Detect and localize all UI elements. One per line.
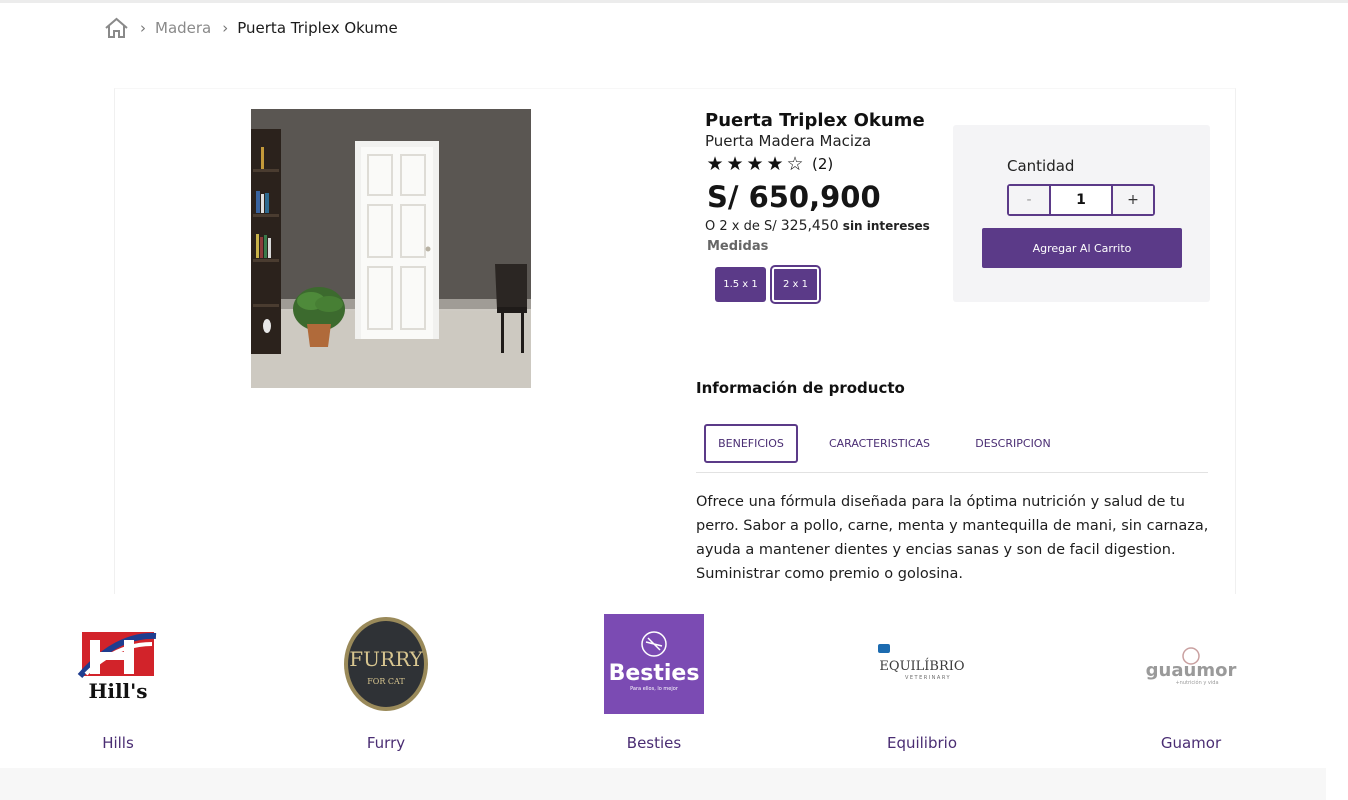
star-filled-icon: ★	[726, 153, 744, 175]
size-option-1-5x1[interactable]: 1.5 x 1	[715, 267, 766, 302]
chevron-right-icon: ›	[222, 19, 229, 37]
product-info-title: Información de producto	[696, 379, 905, 397]
product-title: Puerta Triplex Okume	[705, 110, 925, 131]
brand-besties[interactable]: Besties Para ellos, lo mejor Besties	[574, 600, 734, 760]
brand-name: Hills	[102, 734, 134, 752]
brands-carousel: Hill's Hills FURRY FOR CAT Furry Besties…	[0, 600, 1348, 770]
quantity-decrease-button[interactable]: -	[1009, 186, 1051, 214]
rating-count[interactable]: (2)	[812, 155, 833, 173]
installments-info: O 2 x de S/ 325,450 sin intereses	[705, 218, 930, 234]
tab-descripcion[interactable]: DESCRIPCION	[968, 424, 1058, 463]
equilibrio-logo-text: EQUILÍBRIO	[879, 658, 964, 674]
brand-name: Furry	[366, 734, 406, 752]
product-info-tabs: BENEFICIOS CARACTERISTICAS DESCRIPCION	[696, 424, 1208, 473]
hills-logo-text: Hill's	[88, 679, 147, 702]
besties-logo-sub: Para ellos, lo mejor	[630, 686, 679, 692]
footer-band	[0, 768, 1326, 800]
tab-caracteristicas[interactable]: CARACTERISTICAS	[822, 424, 937, 463]
furry-logo-text: FURRY	[349, 647, 423, 671]
installments-suffix: sin intereses	[842, 219, 930, 233]
size-option-2x1-selected[interactable]: 2 x 1	[772, 267, 819, 302]
brand-name: Equilibrio	[886, 734, 958, 752]
guamor-logo: guaumor +nutrición y vida	[1141, 614, 1241, 714]
furry-logo-sub: FOR CAT	[367, 677, 405, 686]
breadcrumb-link-madera[interactable]: Madera	[155, 19, 211, 37]
star-filled-icon: ★	[706, 153, 724, 175]
chevron-right-icon: ›	[140, 19, 146, 37]
hills-logo: Hill's	[68, 614, 168, 714]
star-empty-icon: ☆	[786, 153, 804, 175]
brand-furry[interactable]: FURRY FOR CAT Furry	[306, 600, 466, 760]
besties-logo-text: Besties	[609, 661, 700, 686]
product-description: Ofrece una fórmula diseñada para la ópti…	[696, 494, 1209, 582]
quantity-input[interactable]	[1051, 186, 1111, 214]
quantity-stepper: - +	[1007, 184, 1155, 216]
star-filled-icon: ★	[746, 153, 764, 175]
breadcrumb-current: Puerta Triplex Okume	[237, 19, 398, 37]
brand-guamor[interactable]: guaumor +nutrición y vida Guamor	[1111, 600, 1271, 760]
home-icon[interactable]	[104, 17, 129, 39]
star-filled-icon: ★	[766, 153, 784, 175]
rating: ★ ★ ★ ★ ☆ (2)	[705, 153, 833, 175]
installments-amount: 325,450	[780, 218, 839, 234]
product-price: S/ 650,900	[707, 180, 881, 214]
sizes-label: Medidas	[707, 239, 769, 254]
brand-equilibrio[interactable]: EQUILÍBRIO VETERINARY Equilibrio	[842, 600, 1002, 760]
brand-hills[interactable]: Hill's Hills	[38, 600, 198, 760]
breadcrumb: › Madera › Puerta Triplex Okume	[104, 15, 398, 41]
guamor-logo-text: guaumor	[1146, 660, 1237, 681]
product-image	[251, 109, 531, 388]
besties-logo: Besties Para ellos, lo mejor	[604, 614, 704, 714]
guamor-logo-sub: +nutrición y vida	[1175, 679, 1218, 686]
brand-name: Besties	[626, 734, 682, 752]
equilibrio-logo-sub: VETERINARY	[905, 675, 951, 681]
add-to-cart-button[interactable]: Agregar Al Carrito	[982, 228, 1182, 268]
installments-prefix: O 2 x de S/	[705, 219, 777, 234]
top-divider	[0, 0, 1348, 3]
quantity-label: Cantidad	[1007, 157, 1075, 175]
equilibrio-logo: EQUILÍBRIO VETERINARY	[872, 614, 972, 714]
quantity-increase-button[interactable]: +	[1111, 186, 1153, 214]
tab-beneficios[interactable]: BENEFICIOS	[704, 424, 798, 463]
brand-name: Guamor	[1160, 734, 1222, 752]
product-subtitle: Puerta Madera Maciza	[705, 132, 872, 150]
furry-logo: FURRY FOR CAT	[336, 614, 436, 714]
